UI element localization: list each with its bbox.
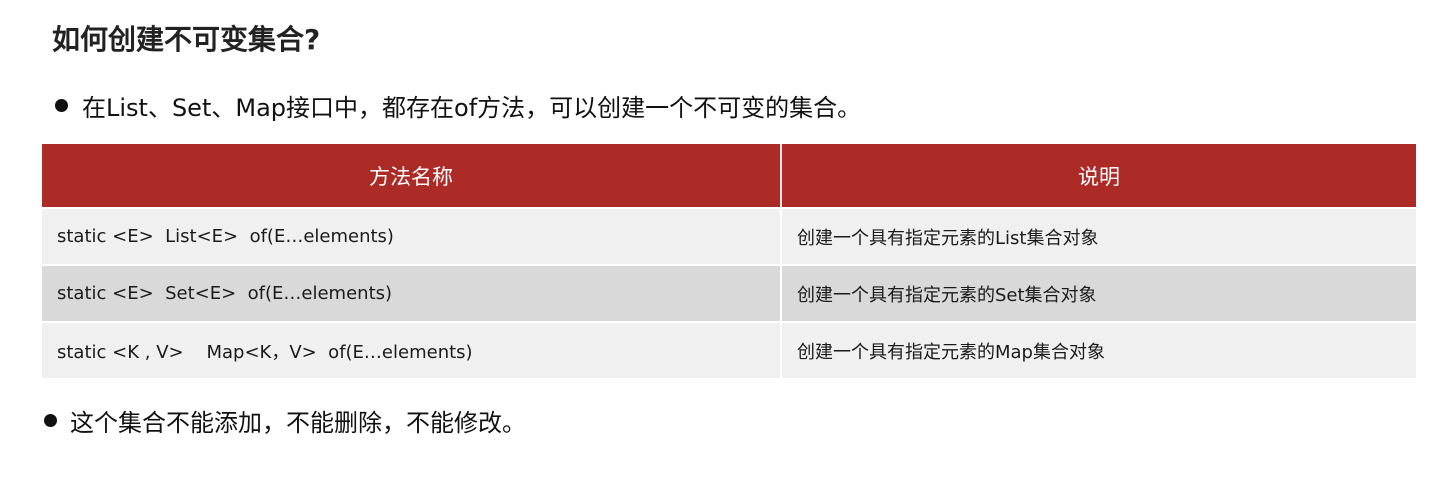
column-header-description: 说明	[782, 144, 1416, 207]
table-row: static <E> List<E> of(E…elements) 创建一个具有…	[42, 207, 1416, 264]
method-description-cell: 创建一个具有指定元素的Map集合对象	[782, 321, 1416, 378]
method-signature-cell: static <E> Set<E> of(E…elements)	[42, 264, 782, 321]
method-description-cell: 创建一个具有指定元素的List集合对象	[782, 207, 1416, 264]
column-header-method-name: 方法名称	[42, 144, 782, 207]
method-description-cell: 创建一个具有指定元素的Set集合对象	[782, 264, 1416, 321]
bullet-dot-icon	[55, 98, 68, 112]
bullet-dot-icon	[44, 413, 57, 427]
table-header-row: 方法名称 说明	[42, 144, 1416, 207]
bullet-item: 在List、Set、Map接口中，都存在of方法，可以创建一个不可变的集合。	[55, 86, 861, 124]
method-signature-cell: static <E> List<E> of(E…elements)	[42, 207, 782, 264]
method-signature-cell: static <K , V> Map<K，V> of(E…elements)	[42, 321, 782, 378]
methods-table: 方法名称 说明 static <E> List<E> of(E…elements…	[42, 144, 1416, 378]
table-row: static <K , V> Map<K，V> of(E…elements) 创…	[42, 321, 1416, 378]
page-title: 如何创建不可变集合?	[52, 23, 321, 56]
bullet-item: 这个集合不能添加，不能删除，不能修改。	[44, 401, 526, 439]
bullet-text: 这个集合不能添加，不能删除，不能修改。	[70, 408, 526, 437]
table-row: static <E> Set<E> of(E…elements) 创建一个具有指…	[42, 264, 1416, 321]
bullet-text: 在List、Set、Map接口中，都存在of方法，可以创建一个不可变的集合。	[82, 93, 862, 122]
